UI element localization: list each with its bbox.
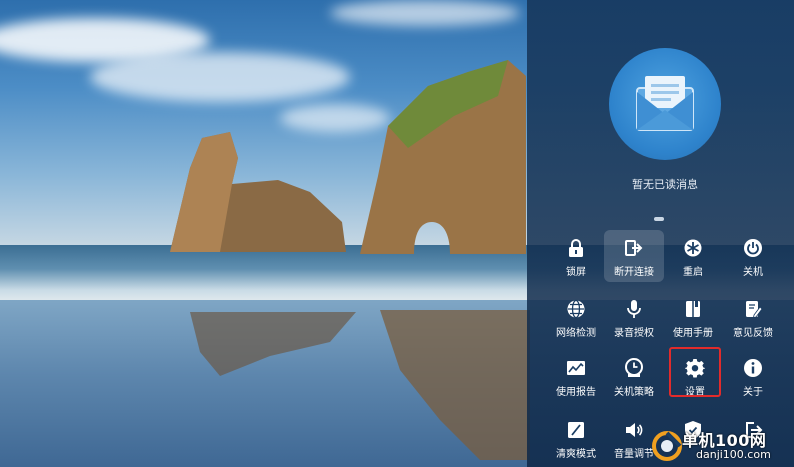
shutdown-label: 关机: [743, 267, 763, 278]
user-manual-button[interactable]: 使用手册: [663, 291, 723, 343]
lock-screen-button[interactable]: 锁屏: [546, 230, 606, 282]
about-label: 关于: [743, 387, 763, 398]
network-check-button[interactable]: 网络检测: [546, 291, 606, 343]
wallpaper-rock-right: [360, 60, 526, 254]
disconnect-label: 断开连接: [614, 267, 654, 278]
globe-icon: [567, 299, 585, 319]
envelope-icon: [609, 48, 721, 160]
wallpaper-cloud: [330, 0, 520, 26]
user-manual-label: 使用手册: [673, 328, 713, 339]
about-button[interactable]: 关于: [723, 350, 783, 402]
clean-mode-button[interactable]: 清爽模式: [546, 412, 606, 464]
wallpaper-rock-left: [170, 132, 346, 252]
restart-icon: [684, 239, 702, 257]
info-icon: [744, 359, 762, 377]
network-check-label: 网络检测: [556, 328, 596, 339]
empty-message-text: 暂无已读消息: [632, 178, 698, 191]
volume-icon: [626, 423, 643, 437]
shutdown-policy-label: 关机策略: [614, 387, 654, 398]
disconnect-button[interactable]: 断开连接: [604, 230, 664, 282]
wallpaper-reflection-right: [380, 310, 530, 460]
shutdown-button[interactable]: 关机: [723, 230, 783, 282]
recording-auth-label: 录音授权: [614, 328, 654, 339]
disconnect-icon: [625, 240, 643, 256]
report-chart-icon: [567, 361, 585, 375]
shutdown-policy-icon: [625, 358, 643, 377]
clean-mode-icon: [568, 422, 584, 438]
collapse-handle[interactable]: [654, 217, 664, 221]
clean-mode-label: 清爽模式: [556, 449, 596, 460]
restart-label: 重启: [683, 267, 703, 278]
usage-report-button[interactable]: 使用报告: [546, 350, 606, 402]
restart-button[interactable]: 重启: [663, 230, 723, 282]
feedback-label: 意见反馈: [733, 328, 773, 339]
microphone-icon: [627, 300, 641, 318]
site-watermark: 单机100网 danji100.com: [652, 426, 794, 467]
manual-icon: [686, 301, 700, 317]
wallpaper-reflection-left: [190, 312, 356, 376]
wallpaper-cloud: [90, 52, 350, 102]
shutdown-policy-button[interactable]: 关机策略: [604, 350, 664, 402]
feedback-button[interactable]: 意见反馈: [723, 291, 783, 343]
usage-report-label: 使用报告: [556, 387, 596, 398]
watermark-url: danji100.com: [696, 448, 771, 461]
watermark-logo-icon: [652, 431, 682, 461]
feedback-icon: [746, 301, 763, 319]
power-icon: [744, 239, 762, 257]
lock-screen-label: 锁屏: [566, 267, 586, 278]
settings-highlight-box: [669, 347, 721, 397]
recording-auth-button[interactable]: 录音授权: [604, 291, 664, 343]
lock-icon: [569, 239, 583, 257]
